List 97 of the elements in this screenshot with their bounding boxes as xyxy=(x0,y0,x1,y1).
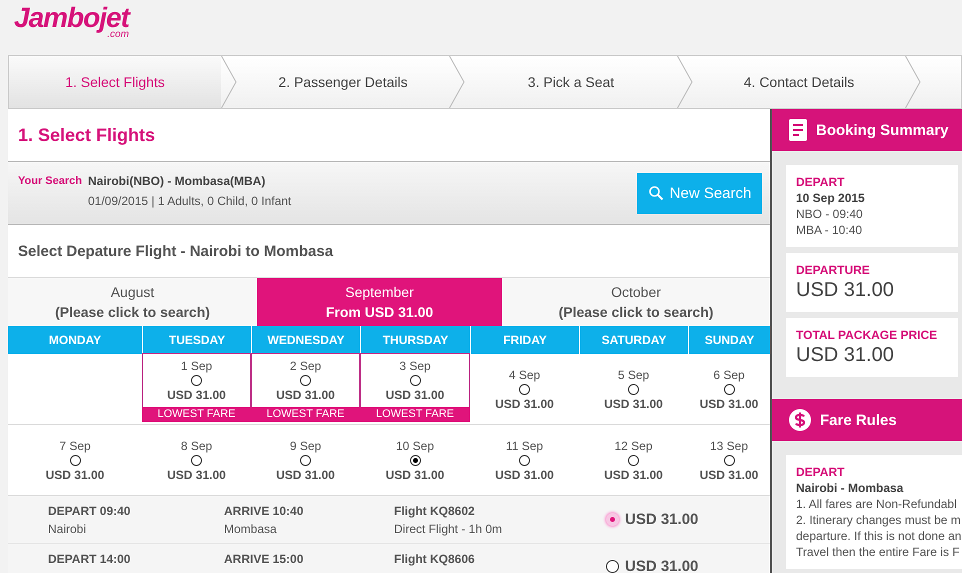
summary-label: DEPART xyxy=(796,175,846,189)
day-radio[interactable] xyxy=(70,454,80,466)
day-radio[interactable] xyxy=(191,454,202,466)
day-price: USD 31.00 xyxy=(386,468,444,482)
day-date: 8 Sep xyxy=(180,438,212,452)
day-radio[interactable] xyxy=(519,384,530,394)
day-radio[interactable] xyxy=(410,454,420,466)
step-chevron-icon xyxy=(449,56,465,108)
rules-text: 1. All fares are Non-Refundabl xyxy=(796,497,958,511)
step-chevron-icon xyxy=(905,56,921,108)
day-radio[interactable] xyxy=(410,375,420,386)
rules-text: departure. If this is not done an xyxy=(796,529,962,543)
price-amount: USD 31.00 xyxy=(796,279,895,302)
day-price: USD 31.00 xyxy=(604,468,663,482)
logo[interactable]: Jambojet .com xyxy=(14,0,129,40)
step-chevron-icon xyxy=(677,56,693,108)
search-details: 01/09/2015 | 1 Adults, 0 Child, 0 Infant xyxy=(88,194,292,208)
step-tab[interactable]: 3. Pick a Seat xyxy=(465,56,677,108)
arrive-time: ARRIVE 10:40 xyxy=(224,504,304,518)
flight-price: USD 31.00 xyxy=(625,558,698,573)
price-amount: USD 31.00 xyxy=(796,344,895,367)
weekday-header: SATURDAY xyxy=(579,326,688,354)
day-radio[interactable] xyxy=(628,384,639,394)
day-price: USD 31.00 xyxy=(700,468,758,482)
flight-radio[interactable] xyxy=(606,513,619,526)
price-label: TOTAL PACKAGE PRICE xyxy=(796,328,938,342)
day-price: USD 31.00 xyxy=(604,396,663,410)
day-date: 1 Sep xyxy=(180,359,212,373)
day-date: 12 Sep xyxy=(614,438,653,452)
day-date: 7 Sep xyxy=(59,438,91,452)
weekday-header: TUESDAY xyxy=(142,326,251,354)
flight-radio[interactable] xyxy=(606,560,619,573)
flight-price: USD 31.00 xyxy=(625,511,698,528)
day-radio[interactable] xyxy=(724,384,734,394)
weekday-header: MONDAY xyxy=(8,326,142,354)
day-date: 5 Sep xyxy=(618,368,650,382)
search-route: Nairobi(NBO) - Mombasa(MBA) xyxy=(88,174,266,188)
month-tab[interactable]: August (Please click to search) xyxy=(8,278,257,326)
lowest-fare-badge: LOWEST FARE xyxy=(360,407,470,422)
day-radio[interactable] xyxy=(519,454,530,466)
month-tab[interactable]: September From USD 31.00 xyxy=(257,278,502,326)
step-tab[interactable]: 2. Passenger Details xyxy=(237,56,449,108)
month-tab[interactable]: October (Please click to search) xyxy=(502,278,770,326)
flight-duration: Direct Flight - 1h 0m xyxy=(394,522,504,536)
day-date: 9 Sep xyxy=(290,438,322,452)
day-radio[interactable] xyxy=(628,454,639,466)
day-radio[interactable] xyxy=(300,375,311,386)
weekday-header: WEDNESDAY xyxy=(251,326,360,354)
rules-text: Travel then the entire Fare is F xyxy=(796,545,961,559)
fare-rules-title: Fare Rules xyxy=(820,412,897,428)
day-radio[interactable] xyxy=(191,375,202,386)
lowest-fare-badge: LOWEST FARE xyxy=(251,407,360,422)
day-price: USD 31.00 xyxy=(167,468,226,482)
weekday-header: THURSDAY xyxy=(360,326,470,354)
depart-time: DEPART 09:40 xyxy=(48,504,132,518)
summary-line: MBA - 10:40 xyxy=(796,223,864,237)
price-label: DEPARTURE xyxy=(796,263,871,277)
day-date: 6 Sep xyxy=(713,368,745,382)
day-date: 10 Sep xyxy=(396,438,434,452)
lowest-fare-badge: LOWEST FARE xyxy=(142,407,251,422)
day-price: USD 31.00 xyxy=(700,396,758,410)
step-tab[interactable]: 4. Contact Details xyxy=(693,56,905,108)
rules-label: DEPART xyxy=(796,465,846,479)
day-price: USD 31.00 xyxy=(495,468,554,482)
day-radio[interactable] xyxy=(300,454,311,466)
weekday-header: FRIDAY xyxy=(470,326,579,354)
booking-summary-title: Booking Summary xyxy=(816,122,949,138)
depart-time: DEPART 14:00 xyxy=(48,552,132,566)
day-price: USD 31.00 xyxy=(46,468,104,482)
weekday-header: SUNDAY xyxy=(688,326,770,354)
day-price: USD 31.00 xyxy=(276,468,335,482)
day-date: 3 Sep xyxy=(399,359,431,373)
flight-number: Flight KQ8602 xyxy=(394,504,476,518)
section-title: Select Depature Flight - Nairobi to Mombasa xyxy=(17,242,334,262)
day-date: 2 Sep xyxy=(290,359,322,373)
summary-line: NBO - 09:40 xyxy=(796,207,864,221)
day-price: USD 31.00 xyxy=(386,388,444,402)
depart-city: Nairobi xyxy=(48,522,88,536)
summary-date: 10 Sep 2015 xyxy=(796,191,866,205)
rules-route: Nairobi - Mombasa xyxy=(796,481,904,495)
arrive-city: Mombasa xyxy=(224,522,278,536)
step-chevron-icon xyxy=(221,56,237,108)
step-tab[interactable]: 1. Select Flights xyxy=(9,56,221,108)
arrive-time: ARRIVE 15:00 xyxy=(224,552,304,566)
dollar-icon xyxy=(788,408,812,432)
day-date: 13 Sep xyxy=(710,438,748,452)
document-icon xyxy=(788,118,808,142)
day-price: USD 31.00 xyxy=(167,388,226,402)
day-price: USD 31.00 xyxy=(495,396,554,410)
flight-number: Flight KQ8606 xyxy=(394,552,476,566)
day-date: 4 Sep xyxy=(508,368,540,382)
search-icon xyxy=(648,185,664,201)
day-price: USD 31.00 xyxy=(276,388,335,402)
day-date: 11 Sep xyxy=(506,438,544,452)
search-label: Your Search xyxy=(18,174,82,189)
rules-text: 2. Itinerary changes must be m xyxy=(796,513,962,527)
day-radio[interactable] xyxy=(724,454,734,466)
